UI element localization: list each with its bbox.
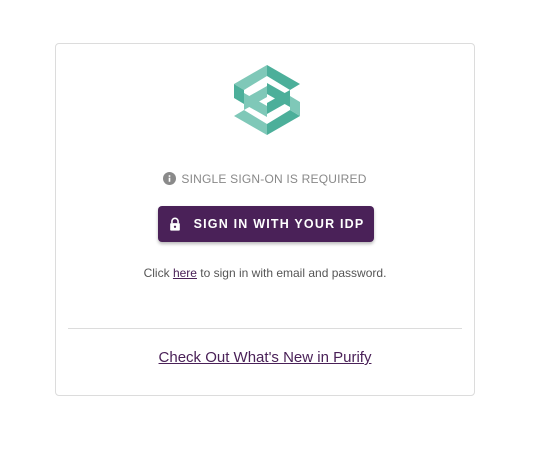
alt-signin-prefix: Click [143,266,173,280]
info-icon [163,172,177,185]
alt-signin-text: Click here to sign in with email and pas… [56,266,474,280]
sign-in-with-idp-label: SIGN IN WITH YOUR IDP [193,217,365,231]
sso-required-text: SINGLE SIGN-ON IS REQUIRED [181,172,367,186]
purify-logo-icon [234,65,300,135]
whats-new-container: Check Out What's New in Purify [56,349,474,366]
sign-in-with-idp-button[interactable]: SIGN IN WITH YOUR IDP [158,206,374,242]
divider [68,328,462,329]
email-signin-link[interactable]: here [173,266,197,280]
sso-required-notice: SINGLE SIGN-ON IS REQUIRED [56,172,474,186]
login-card: SINGLE SIGN-ON IS REQUIRED SIGN IN WITH … [55,43,475,396]
lock-icon [169,217,180,231]
alt-signin-suffix: to sign in with email and password. [196,266,387,280]
whats-new-link[interactable]: Check Out What's New in Purify [159,349,372,366]
